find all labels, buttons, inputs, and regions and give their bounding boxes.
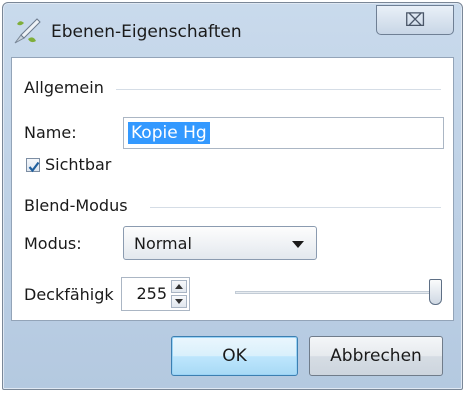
opacity-slider-thumb[interactable] — [429, 279, 442, 305]
window-title: Ebenen-Eigenschaften — [51, 22, 242, 42]
mode-label: Modus: — [24, 234, 82, 253]
visible-checkbox[interactable] — [26, 158, 40, 173]
visible-label: Sichtbar — [45, 155, 112, 174]
mode-select-value: Normal — [134, 234, 192, 253]
opacity-slider-track[interactable] — [235, 291, 442, 294]
stepper-buttons — [171, 280, 187, 308]
stepper-up-button[interactable] — [171, 280, 187, 293]
stepper-down-button[interactable] — [171, 295, 187, 308]
name-field[interactable]: Kopie Hg — [123, 117, 444, 149]
arrow-down-icon — [175, 299, 183, 304]
mode-select[interactable]: Normal — [123, 226, 317, 260]
name-field-value: Kopie Hg — [128, 122, 210, 144]
dialog-content: Allgemein Name: Kopie Hg Sichtbar Blend-… — [11, 57, 454, 321]
checkmark-icon — [28, 161, 40, 173]
ok-button[interactable]: OK — [171, 336, 298, 376]
close-icon: ⌧ — [404, 9, 426, 31]
opacity-label: Deckfähigk — [24, 285, 114, 304]
opacity-value: 255 — [136, 284, 167, 303]
close-button[interactable]: ⌧ — [376, 5, 454, 35]
group-general-label: Allgemein — [24, 78, 104, 97]
dialog-window: Ebenen-Eigenschaften ⌧ Allgemein Name: K… — [2, 2, 463, 390]
group-blend-divider — [150, 207, 441, 208]
group-general-divider — [116, 89, 441, 90]
layer-properties-icon — [11, 15, 43, 47]
chevron-down-icon — [292, 241, 304, 248]
title-bar[interactable]: Ebenen-Eigenschaften ⌧ — [3, 3, 462, 57]
group-blend-label: Blend-Modus — [24, 196, 128, 215]
arrow-up-icon — [175, 284, 183, 289]
name-label: Name: — [24, 123, 77, 142]
cancel-button[interactable]: Abbrechen — [309, 336, 443, 376]
opacity-stepper[interactable]: 255 — [121, 277, 190, 311]
